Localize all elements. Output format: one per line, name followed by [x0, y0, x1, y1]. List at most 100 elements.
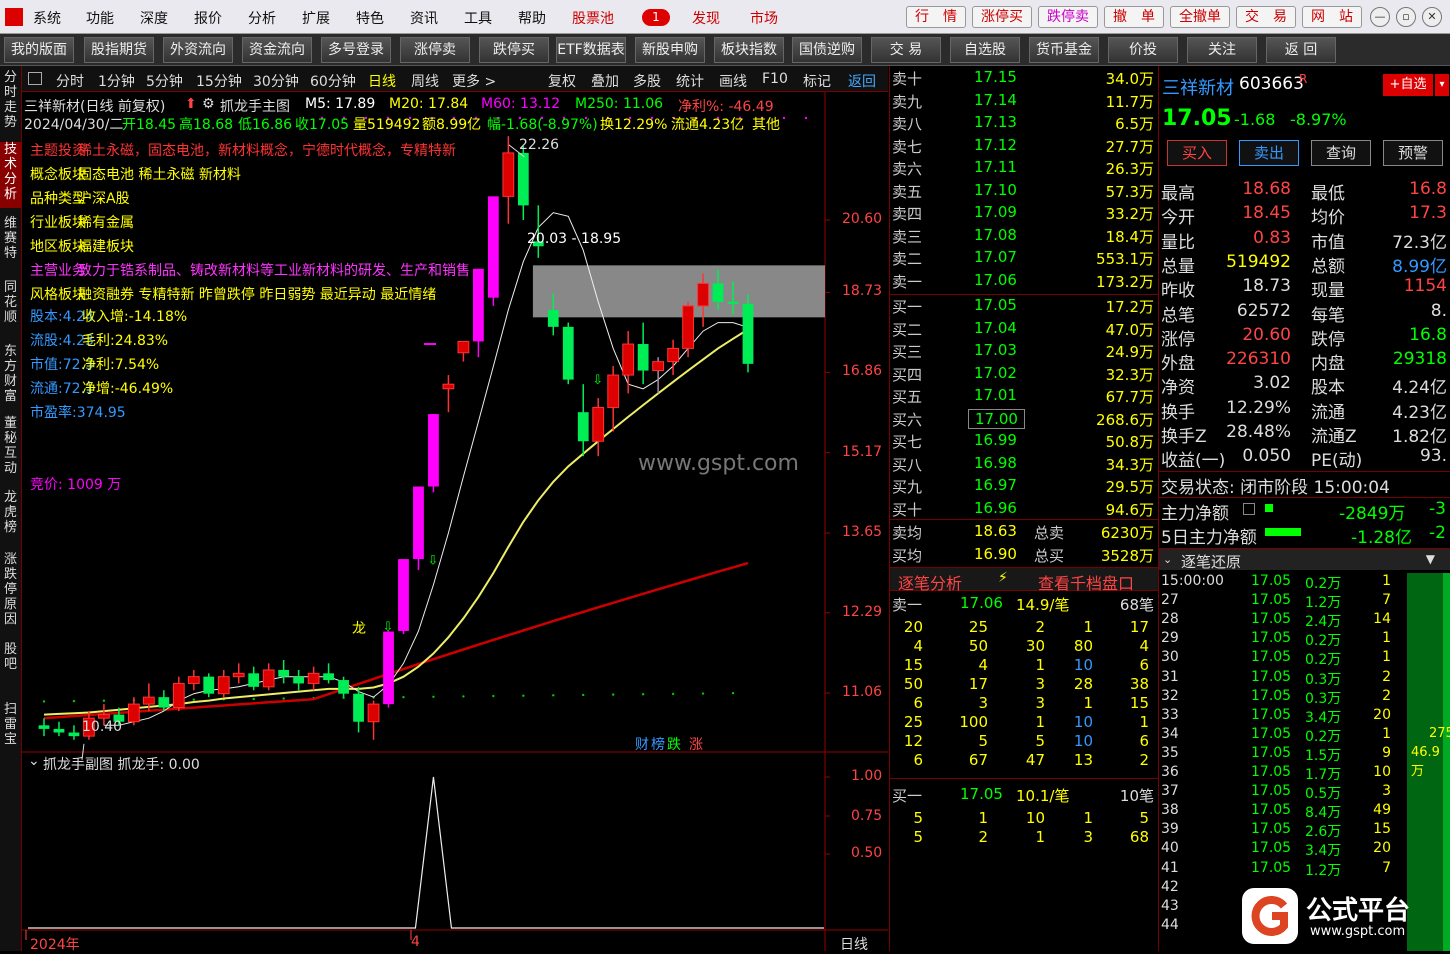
toolbar-foreign-flow[interactable]: 外资流向 [163, 37, 233, 63]
ask-row[interactable]: 卖十 17.15 34.0万 [890, 68, 1158, 91]
bid-row[interactable]: 买七 16.99 50.8万 [890, 431, 1158, 454]
menu-function[interactable]: 功能 [86, 8, 114, 28]
ask-row[interactable]: 卖八 17.13 6.5万 [890, 113, 1158, 136]
toolbar-watchlist[interactable]: 自选股 [950, 37, 1020, 63]
bid-row[interactable]: 买六 17.00 268.6万 [890, 408, 1158, 432]
bid-row[interactable]: 买二 17.04 47.0万 [890, 319, 1158, 342]
period-5min[interactable]: 5分钟 [146, 71, 183, 91]
cancel-order-button[interactable]: 撤 单 [1104, 6, 1164, 28]
tick-restore-title[interactable]: 逐笔还原 [1181, 551, 1241, 572]
period-daily[interactable]: 日线 [368, 71, 396, 91]
bid-row[interactable]: 买四 17.02 32.3万 [890, 364, 1158, 387]
menu-extend[interactable]: 扩展 [302, 8, 330, 28]
sub-indicator-title[interactable]: 抓龙手副图 抓龙手: 0.00 [43, 754, 200, 774]
tick-row[interactable]: 39 17.05 2.6万 15 [1159, 821, 1450, 840]
tab-thousand-levels[interactable]: 查看千档盘口 [1038, 570, 1134, 594]
cancel-all-button[interactable]: 全撤单 [1170, 6, 1230, 28]
menu-news[interactable]: 资讯 [410, 8, 438, 28]
f10-button[interactable]: F10 [762, 71, 788, 87]
kline-chart[interactable]: ⇩ ⇩ ⇩ 三祥新材(日线 前复权) ⬆ ⚙ 抓龙手主图 M5: 17.89 M20… [22, 92, 888, 953]
period-weekly[interactable]: 周线 [411, 71, 439, 91]
toolbar-limit-up-sell[interactable]: 涨停卖 [400, 37, 470, 63]
toolbar-follow[interactable]: 关注 [1187, 37, 1257, 63]
multi-stock-button[interactable]: 多股 [633, 71, 661, 91]
chart-settings-icon[interactable]: ⚙ [202, 96, 215, 112]
tick-panel-toggle-icon[interactable]: ⌄ [1163, 553, 1172, 566]
menu-feature[interactable]: 特色 [356, 8, 384, 28]
bid-row[interactable]: 买九 16.97 29.5万 [890, 476, 1158, 499]
tick-row[interactable]: 31 17.05 0.3万 2 [1159, 669, 1450, 688]
toolbar-bond-repo[interactable]: 国债逆购 [792, 37, 862, 63]
ask-row[interactable]: 卖一 17.06 173.2万 [890, 271, 1158, 294]
restore-icon[interactable]: ▫ [1396, 7, 1416, 27]
layout-toggle-icon[interactable] [28, 72, 42, 85]
toolbar-multi-login[interactable]: 多号登录 [321, 37, 391, 63]
period-more[interactable]: 更多 > [452, 71, 496, 91]
tab-limit-reason[interactable]: 涨跌停原因 [0, 552, 21, 632]
overlay-button[interactable]: 叠加 [591, 71, 619, 91]
return-button[interactable]: 返回 [848, 71, 876, 91]
sell-button[interactable]: 卖出 [1239, 140, 1299, 166]
tick-row[interactable]: 35 17.05 1.5万 9 [1159, 745, 1450, 764]
limit-down-sell-button[interactable]: 跌停卖 [1038, 6, 1098, 28]
bid-row[interactable]: 买三 17.03 24.9万 [890, 341, 1158, 364]
quote-button[interactable]: 行 情 [906, 6, 966, 28]
tick-row[interactable]: 27 17.05 1.2万 7 [1159, 592, 1450, 611]
toolbar-back[interactable]: 返 回 [1266, 37, 1336, 63]
kline-other[interactable]: 其他 [752, 114, 780, 134]
tab-technical-analysis[interactable]: 技术分析 [0, 142, 21, 208]
tab-eastmoney[interactable]: 东方财富 [0, 344, 21, 410]
ask-row[interactable]: 卖四 17.09 33.2万 [890, 203, 1158, 226]
website-button[interactable]: 网 站 [1302, 6, 1362, 28]
toolbar-ipo[interactable]: 新股申购 [635, 37, 705, 63]
discover-button[interactable]: 发现 [692, 8, 720, 28]
tick-row[interactable]: 34 17.05 0.2万 1 [1159, 726, 1450, 745]
bid-row[interactable]: 买五 17.01 67.7万 [890, 386, 1158, 409]
tick-row[interactable]: 33 17.05 3.4万 20 [1159, 707, 1450, 726]
tick-row[interactable]: 15:00:00 17.05 0.2万 1 [1159, 573, 1450, 592]
tab-tick-analysis[interactable]: 逐笔分析 [898, 570, 962, 594]
ask-row[interactable]: 卖六 17.11 26.3万 [890, 158, 1158, 181]
toolbar-index-futures[interactable]: 股指期货 [84, 37, 154, 63]
tick-row[interactable]: 37 17.05 0.5万 3 [1159, 783, 1450, 802]
tab-dragon-tiger[interactable]: 龙虎榜 [0, 490, 21, 546]
period-timeshare[interactable]: 分时 [56, 71, 84, 91]
toolbar-sector-index[interactable]: 板块指数 [714, 37, 784, 63]
tab-tonghuashun[interactable]: 同花顺 [0, 280, 21, 336]
close-icon[interactable]: ✕ [1422, 7, 1442, 27]
toolbar-fund-flow[interactable]: 资金流向 [242, 37, 312, 63]
menu-analysis[interactable]: 分析 [248, 8, 276, 28]
market-button[interactable]: 市场 [750, 8, 778, 28]
main-indicator-name[interactable]: 抓龙手主图 [220, 96, 290, 116]
toolbar-my-layout[interactable]: 我的版面 [4, 37, 74, 63]
toolbar-trade[interactable]: 交 易 [871, 37, 941, 63]
toolbar-money-fund[interactable]: 货币基金 [1029, 37, 1099, 63]
period-60min[interactable]: 60分钟 [310, 71, 356, 91]
watchlist-dropdown-icon[interactable]: ▾ [1435, 74, 1449, 96]
tick-filter-icon[interactable]: ▼ [1426, 552, 1435, 566]
ask-row[interactable]: 卖三 17.08 18.4万 [890, 226, 1158, 249]
bid-row[interactable]: 买八 16.98 34.3万 [890, 454, 1158, 477]
mark-button[interactable]: 标记 [803, 71, 831, 91]
menu-system[interactable]: 系统 [33, 8, 61, 28]
menu-help[interactable]: 帮助 [518, 8, 546, 28]
tab-minesweeper[interactable]: 扫雷宝 [0, 702, 21, 758]
toolbar-etf-table[interactable]: ETF数据表 [556, 37, 626, 63]
ask-row[interactable]: 卖二 17.07 553.1万 [890, 248, 1158, 271]
toolbar-limit-down-buy[interactable]: 跌停买 [479, 37, 549, 63]
period-15min[interactable]: 15分钟 [196, 71, 242, 91]
sub-chart-toggle-icon[interactable]: ⌄ [28, 753, 40, 769]
tick-row[interactable]: 41 17.05 1.2万 7 [1159, 860, 1450, 879]
main-net-info-icon[interactable] [1243, 503, 1255, 515]
limit-up-buy-button[interactable]: 涨停买 [972, 6, 1032, 28]
period-1min[interactable]: 1分钟 [98, 71, 135, 91]
query-button[interactable]: 查询 [1311, 140, 1371, 166]
adjust-button[interactable]: 复权 [548, 71, 576, 91]
tab-visite[interactable]: 维赛特 [0, 216, 21, 272]
tab-stock-forum[interactable]: 股吧 [0, 642, 21, 682]
menu-tools[interactable]: 工具 [464, 8, 492, 28]
draw-line-button[interactable]: 画线 [719, 71, 747, 91]
stats-button[interactable]: 统计 [676, 71, 704, 91]
alert-button[interactable]: 预警 [1383, 140, 1443, 166]
tick-row[interactable]: 29 17.05 0.2万 1 [1159, 630, 1450, 649]
